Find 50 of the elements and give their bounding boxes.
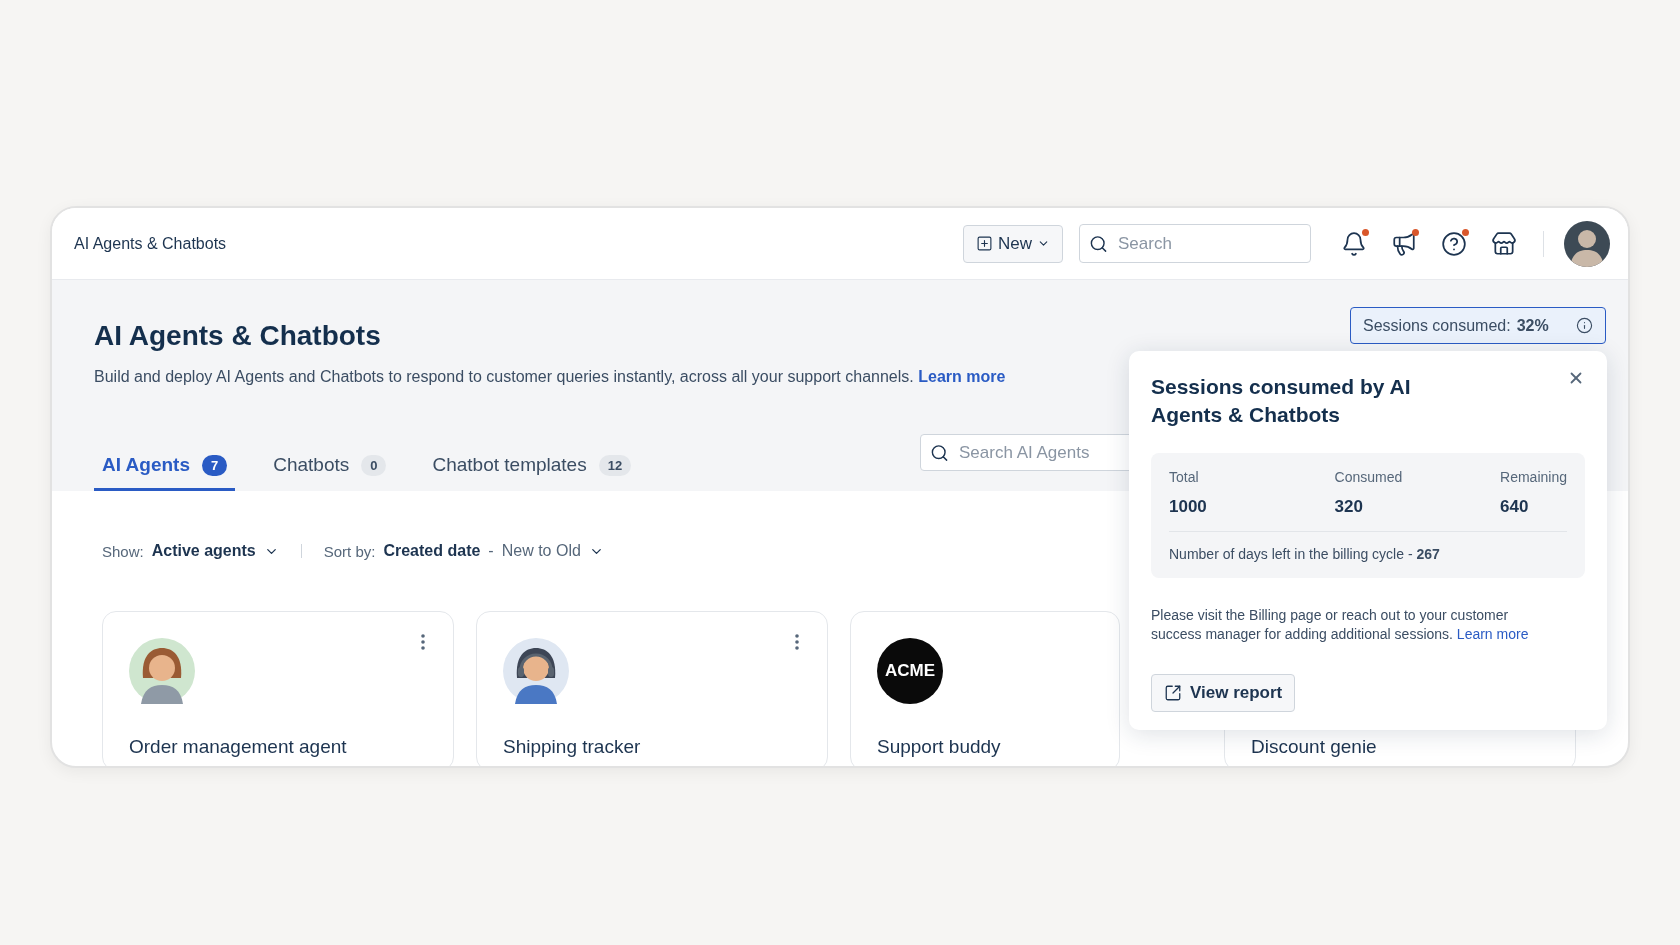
sessions-consumed-button[interactable]: Sessions consumed: 32%	[1350, 307, 1606, 344]
agent-card[interactable]: ACME Support buddy	[850, 611, 1120, 766]
tab-count: 0	[361, 454, 387, 476]
logo: ACME	[877, 638, 943, 704]
stat-value: 320	[1334, 497, 1364, 517]
view-report-button[interactable]: View report	[1151, 674, 1296, 712]
search-icon	[930, 443, 949, 462]
new-button[interactable]: New	[963, 224, 1063, 263]
app-title: AI Agents & Chatbots	[74, 234, 228, 253]
show-dropdown[interactable]: Active agents	[151, 542, 279, 560]
agent-name: Discount genie	[1251, 736, 1378, 758]
more-menu-button[interactable]	[795, 634, 799, 650]
agent-name: Shipping tracker	[503, 736, 642, 758]
more-icon	[795, 634, 799, 650]
billing-days-text: Number of days left in the billing cycle - 267	[1169, 546, 1441, 562]
plus-square-icon	[976, 235, 993, 252]
stat-label: Remaining	[1500, 469, 1567, 485]
sort-dropdown[interactable]: Created date - New to Old	[383, 542, 604, 560]
show-label: Show:	[102, 542, 144, 560]
popover-title: Sessions consumed by AI Agents & Chatbots	[1151, 374, 1412, 428]
info-icon	[1576, 317, 1593, 334]
tab[interactable]: Chatbot templates 12	[424, 454, 640, 491]
tab[interactable]: Chatbots 0	[265, 454, 395, 491]
more-icon	[421, 634, 425, 650]
avatar	[503, 638, 569, 704]
tab-count: 7	[201, 454, 228, 476]
billing-note: Please visit the Billing page or reach out to your customer success manager for adding additional sessions. Learn more	[1151, 606, 1530, 644]
agent-card[interactable]: Order management agent	[102, 611, 454, 766]
avatar	[129, 638, 195, 704]
external-link-icon	[1164, 684, 1182, 702]
agent-name: Order management agent	[129, 736, 348, 758]
learn-more-link[interactable]: Learn more	[918, 368, 1006, 385]
sort-label: Sort by:	[323, 542, 376, 560]
page-title: AI Agents & Chatbots	[94, 319, 381, 353]
learn-more-link[interactable]: Learn more	[1456, 626, 1529, 642]
search-field[interactable]: Search	[1079, 224, 1311, 263]
more-menu-button[interactable]	[421, 634, 425, 650]
tab[interactable]: AI Agents 7	[94, 454, 236, 491]
agent-name: Support buddy	[877, 736, 1002, 758]
store-icon	[1491, 230, 1517, 257]
stat-label: Total	[1169, 469, 1200, 485]
bell-icon	[1341, 230, 1367, 257]
user-avatar[interactable]	[1564, 220, 1610, 267]
stat-label: Consumed	[1334, 469, 1404, 485]
agent-card[interactable]: Shipping tracker	[476, 611, 828, 766]
search-icon	[1089, 234, 1108, 253]
help-icon	[1441, 230, 1467, 257]
tab-count: 12	[598, 454, 632, 476]
stat-value: 1000	[1169, 497, 1208, 517]
stat-value: 640	[1500, 497, 1530, 517]
